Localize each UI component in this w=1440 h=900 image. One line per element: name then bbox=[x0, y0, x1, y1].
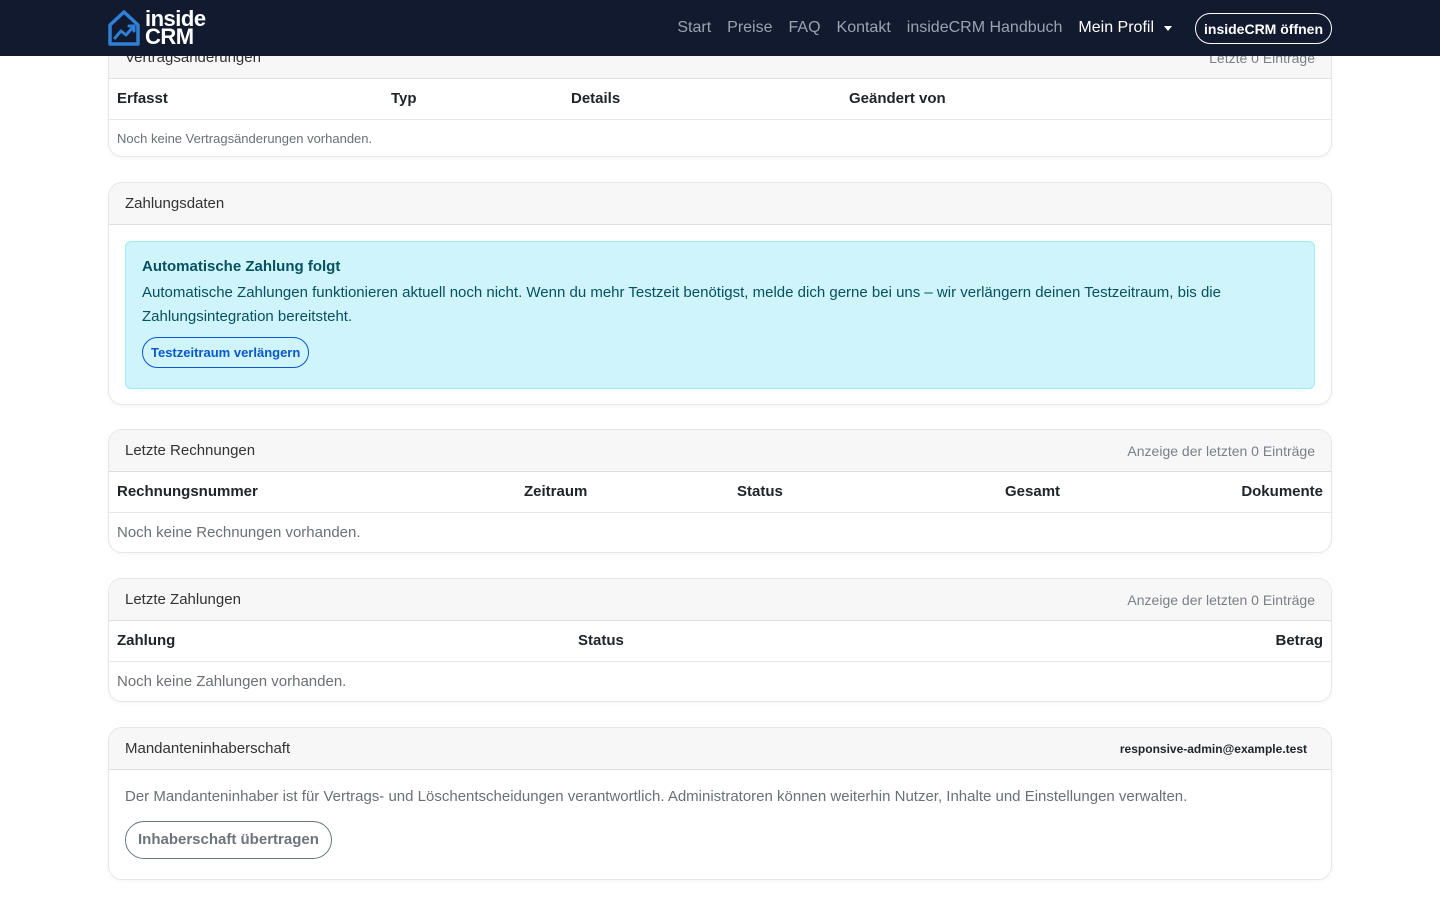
tenant-ownership-body: Der Mandanteninhaber ist für Vertrags- u… bbox=[109, 770, 1331, 877]
profile-label: Mein Profil bbox=[1078, 19, 1154, 36]
transfer-ownership-button[interactable]: Inhaberschaft übertragen bbox=[125, 821, 332, 859]
nav-link-start[interactable]: Start bbox=[677, 19, 711, 37]
nav-link-handbuch[interactable]: insideCRM Handbuch bbox=[907, 19, 1063, 37]
nav-link-preise[interactable]: Preise bbox=[727, 19, 772, 37]
caret-down-icon bbox=[1164, 25, 1172, 31]
payments-table: Zahlung Status Betrag Noch keine Zahlung… bbox=[109, 621, 1331, 701]
table-header-row: Erfasst Typ Details Geändert von bbox=[109, 79, 1331, 120]
alert-title: Automatische Zahlung folgt bbox=[142, 258, 341, 275]
payment-data-header: Zahlungsdaten bbox=[109, 183, 1331, 225]
table-header-row: Rechnungsnummer Zeitraum Status Gesamt D… bbox=[109, 472, 1331, 513]
table-row: Noch keine Rechnungen vorhanden. bbox=[109, 512, 1331, 552]
tenant-ownership-description: Der Mandanteninhaber ist für Vertrags- u… bbox=[125, 788, 1188, 805]
column-header-betrag: Betrag bbox=[945, 621, 1331, 662]
invoices-title: Letzte Rechnungen bbox=[125, 442, 256, 459]
nav-link-kontakt[interactable]: Kontakt bbox=[837, 19, 891, 37]
column-header-erfasst: Erfasst bbox=[109, 79, 383, 120]
top-navbar: inside CRM Start Preise FAQ Kontakt insi… bbox=[0, 0, 1440, 56]
empty-state-text: Noch keine Zahlungen vorhanden. bbox=[117, 672, 347, 690]
empty-state-text: Noch keine Vertragsänderungen vorhanden. bbox=[117, 130, 373, 146]
column-header-zahlung: Zahlung bbox=[109, 621, 570, 662]
invoices-card: Letzte Rechnungen Anzeige der letzten 0 … bbox=[108, 429, 1332, 553]
owner-email: responsive-admin@example.test bbox=[1119, 741, 1307, 756]
column-header-details: Details bbox=[563, 79, 841, 120]
invoices-table: Rechnungsnummer Zeitraum Status Gesamt D… bbox=[109, 472, 1331, 552]
tenant-ownership-title: Mandanteninhaberschaft bbox=[125, 740, 291, 757]
info-alert: Automatische Zahlung folgt Automatische … bbox=[125, 241, 1315, 389]
empty-state-text: Noch keine Rechnungen vorhanden. bbox=[117, 523, 361, 541]
alert-text: Automatische Zahlungen funktionieren akt… bbox=[142, 284, 1221, 325]
house-chart-icon bbox=[108, 10, 140, 46]
open-insidecrm-button[interactable]: insideCRM öffnen bbox=[1195, 13, 1332, 44]
table-header-row: Zahlung Status Betrag bbox=[109, 621, 1331, 662]
column-header-status: Status bbox=[570, 621, 946, 662]
table-row: Noch keine Zahlungen vorhanden. bbox=[109, 661, 1331, 701]
payments-meta: Anzeige der letzten 0 Einträge bbox=[1127, 591, 1315, 608]
payment-data-title: Zahlungsdaten bbox=[125, 195, 225, 212]
nav-link-faq[interactable]: FAQ bbox=[789, 19, 821, 37]
payments-card: Letzte Zahlungen Anzeige der letzten 0 E… bbox=[108, 578, 1332, 702]
brand-line-2: CRM bbox=[145, 24, 194, 49]
brand-logo[interactable]: inside CRM bbox=[107, 8, 211, 48]
invoices-meta: Anzeige der letzten 0 Einträge bbox=[1127, 442, 1315, 459]
column-header-geaendert-von: Geändert von bbox=[841, 79, 1331, 120]
column-header-status: Status bbox=[729, 472, 997, 513]
invoices-header: Letzte Rechnungen Anzeige der letzten 0 … bbox=[109, 430, 1331, 472]
table-row: Noch keine Vertragsänderungen vorhanden. bbox=[109, 119, 1331, 156]
payments-title: Letzte Zahlungen bbox=[125, 591, 241, 608]
payment-data-card: Zahlungsdaten Automatische Zahlung folgt… bbox=[108, 182, 1332, 405]
nav-links: Start Preise FAQ Kontakt insideCRM Handb… bbox=[677, 0, 1172, 56]
column-header-typ: Typ bbox=[383, 79, 563, 120]
column-header-zeitraum: Zeitraum bbox=[516, 472, 729, 513]
column-header-gesamt: Gesamt bbox=[997, 472, 1137, 513]
brand-wordmark: inside CRM bbox=[145, 8, 206, 49]
column-header-rechnungsnummer: Rechnungsnummer bbox=[109, 472, 516, 513]
tenant-ownership-card: Mandanteninhaberschaft responsive-admin@… bbox=[108, 727, 1332, 880]
profile-dropdown[interactable]: Mein Profil bbox=[1078, 19, 1172, 37]
extend-trial-button[interactable]: Testzeitraum verlängern bbox=[142, 337, 310, 368]
contract-changes-table: Erfasst Typ Details Geändert von Noch ke… bbox=[109, 79, 1331, 156]
tenant-ownership-header: Mandanteninhaberschaft responsive-admin@… bbox=[109, 728, 1331, 770]
column-header-dokumente: Dokumente bbox=[1137, 472, 1331, 513]
payments-header: Letzte Zahlungen Anzeige der letzten 0 E… bbox=[109, 579, 1331, 621]
